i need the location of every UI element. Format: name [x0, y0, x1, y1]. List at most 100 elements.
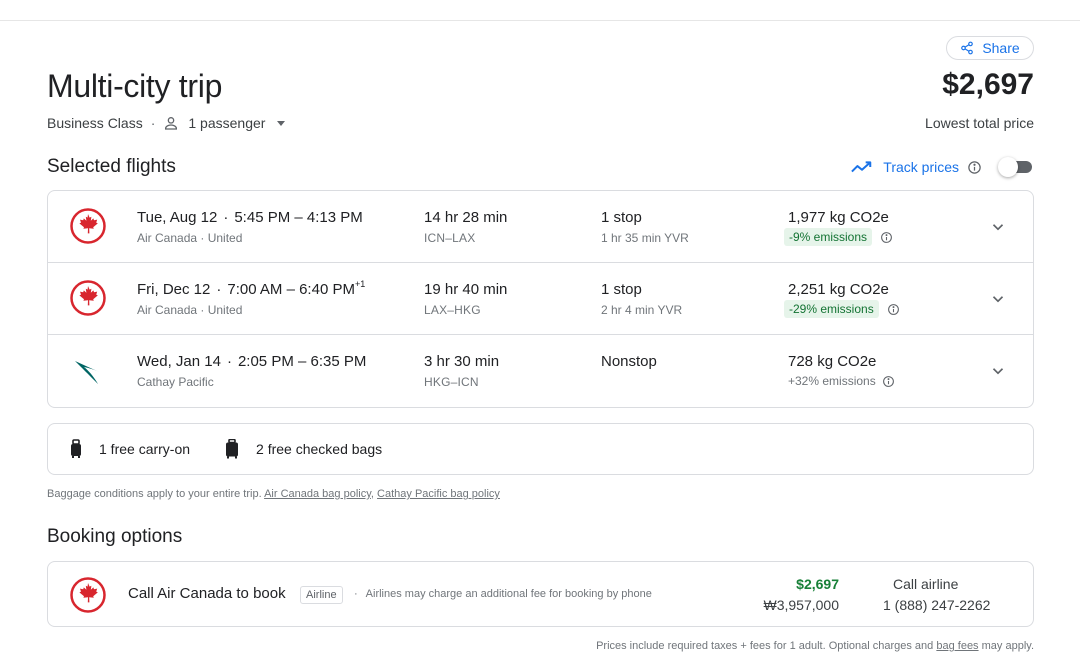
passenger-selector[interactable]: 1 passenger [163, 115, 286, 131]
booking-option-title: Call Air Canada to book [128, 585, 286, 602]
note-separator: · [354, 588, 358, 600]
emissions-text: +32% emissions [788, 374, 876, 388]
time-dash: – [286, 281, 295, 298]
price-disclaimer: Prices include required taxes + fees for… [596, 640, 1034, 652]
flight-emissions: -29% emissions [784, 300, 900, 318]
air-canada-logo-icon [70, 577, 106, 613]
passenger-count: 1 passenger [188, 115, 266, 131]
booking-note: · Airlines may charge an additional fee f… [354, 588, 652, 600]
track-prices-toggle[interactable] [998, 157, 1034, 177]
chevron-down-icon[interactable] [989, 218, 1007, 236]
share-label: Share [982, 40, 1020, 56]
flight-times: Fri, Dec 12 · 7:00 AM – 6:40 PM+1 [137, 279, 366, 298]
person-icon [165, 117, 178, 130]
chevron-down-icon [277, 120, 286, 126]
flight-emissions: +32% emissions [784, 372, 895, 390]
flight-route: LAX–HKG [424, 303, 481, 317]
cabin-class: Business Class [47, 115, 143, 131]
arrive-time: 4:13 PM [306, 209, 363, 226]
booking-price-krw: ₩3,957,000 [763, 597, 840, 613]
emissions-badge: -9% emissions [784, 228, 873, 246]
flight-times: Tue, Aug 12 · 5:45 PM – 4:13 PM [137, 209, 363, 226]
booking-price-usd: $2,697 [796, 576, 839, 592]
baggage-summary: 1 free carry-on 2 free checked bags [47, 423, 1034, 475]
meta-separator: · [150, 115, 156, 131]
booking-option-row[interactable]: Call Air Canada to book Airline · Airline… [47, 561, 1034, 627]
chevron-down-icon[interactable] [989, 290, 1007, 308]
page-title: Multi-city trip [47, 68, 223, 104]
arrive-time: 6:40 PM [299, 281, 355, 298]
chevron-down-icon[interactable] [989, 362, 1007, 380]
trending-up-icon [851, 161, 872, 173]
checked-bag-allowance: 2 free checked bags [224, 439, 382, 459]
flight-stops: Nonstop [601, 353, 657, 370]
carry-on-allowance: 1 free carry-on [68, 439, 190, 459]
flight-airline: Air Canada · United [137, 303, 243, 317]
time-separator: · [223, 209, 229, 226]
flight-route: ICN–LAX [424, 231, 476, 245]
flight-layover: 2 hr 4 min YVR [601, 303, 683, 317]
time-separator: · [226, 353, 232, 370]
selected-flights-heading: Selected flights [47, 156, 176, 177]
trip-meta: Business Class · 1 passenger [47, 114, 286, 132]
flight-emissions: -9% emissions [784, 228, 893, 246]
disclaimer-text: Prices include required taxes + fees for… [596, 640, 934, 652]
depart-time: 7:00 AM [227, 281, 283, 298]
link-separator: , [370, 488, 374, 500]
info-icon[interactable] [880, 231, 893, 244]
air-canada-logo-icon [70, 280, 106, 316]
track-prices[interactable]: Track prices [851, 157, 1034, 177]
time-dash: – [298, 353, 307, 370]
flight-duration: 19 hr 40 min [424, 281, 508, 298]
emissions-badge: -29% emissions [784, 300, 879, 318]
flight-row[interactable]: Fri, Dec 12 · 7:00 AM – 6:40 PM+1 Air Cana… [48, 263, 1033, 335]
flight-times: Wed, Jan 14 · 2:05 PM – 6:35 PM [137, 353, 366, 370]
price-caption: Lowest total price [925, 115, 1034, 131]
disclaimer-suffix: may apply. [981, 640, 1034, 652]
baggage-note-text: Baggage conditions apply to your entire … [47, 488, 262, 500]
flight-duration: 3 hr 30 min [424, 353, 500, 370]
flight-route: HKG–ICN [424, 375, 479, 389]
flight-airline: Air Canada · United [137, 231, 243, 245]
flight-airline: Cathay Pacific [137, 375, 214, 389]
toggle-knob [998, 157, 1018, 177]
track-prices-label: Track prices [883, 159, 959, 175]
flight-date: Fri, Dec 12 [137, 281, 211, 298]
baggage-note: Baggage conditions apply to your entire … [47, 488, 500, 500]
cathay-pacific-bag-policy-link[interactable]: Cathay Pacific bag policy [377, 488, 500, 500]
info-icon[interactable] [967, 160, 982, 175]
flight-row[interactable]: Tue, Aug 12 · 5:45 PM – 4:13 PM Air Canada… [48, 191, 1033, 263]
flight-co2: 728 kg CO2e [788, 353, 877, 370]
call-airline-label: Call airline [893, 576, 959, 592]
share-icon [961, 41, 974, 55]
time-separator: · [216, 281, 222, 298]
airline-tag: Airline [300, 586, 343, 604]
booking-note-text: Airlines may charge an additional fee fo… [365, 588, 652, 600]
carry-on-label: 1 free carry-on [99, 441, 191, 457]
air-canada-bag-policy-link[interactable]: Air Canada bag policy [264, 488, 371, 500]
flight-stops: 1 stop [601, 281, 642, 298]
booking-options-heading: Booking options [47, 526, 183, 547]
airline-phone[interactable]: 1 (888) 247-2262 [883, 597, 990, 613]
flight-date: Wed, Jan 14 [137, 353, 221, 370]
checked-bag-label: 2 free checked bags [256, 441, 383, 457]
depart-time: 2:05 PM [237, 353, 294, 370]
flight-co2: 1,977 kg CO2e [788, 209, 889, 226]
info-icon[interactable] [882, 375, 895, 388]
bag-fees-link[interactable]: bag fees [936, 640, 978, 652]
share-button[interactable]: Share [946, 36, 1034, 60]
depart-time: 5:45 PM [234, 209, 291, 226]
time-dash: – [294, 209, 303, 226]
cathay-pacific-logo-icon [75, 361, 100, 384]
flight-row[interactable]: Wed, Jan 14 · 2:05 PM – 6:35 PM Cathay Pac… [48, 335, 1033, 407]
flight-duration: 14 hr 28 min [424, 209, 508, 226]
top-divider [0, 20, 1080, 21]
day-offset: +1 [354, 279, 366, 289]
flight-co2: 2,251 kg CO2e [788, 281, 889, 298]
total-price: $2,697 [942, 68, 1034, 101]
flights-list: Tue, Aug 12 · 5:45 PM – 4:13 PM Air Canada… [47, 190, 1034, 408]
info-icon[interactable] [887, 303, 900, 316]
flight-date: Tue, Aug 12 [137, 209, 218, 226]
flight-layover: 1 hr 35 min YVR [601, 231, 689, 245]
carry-on-bag-icon [71, 439, 81, 458]
